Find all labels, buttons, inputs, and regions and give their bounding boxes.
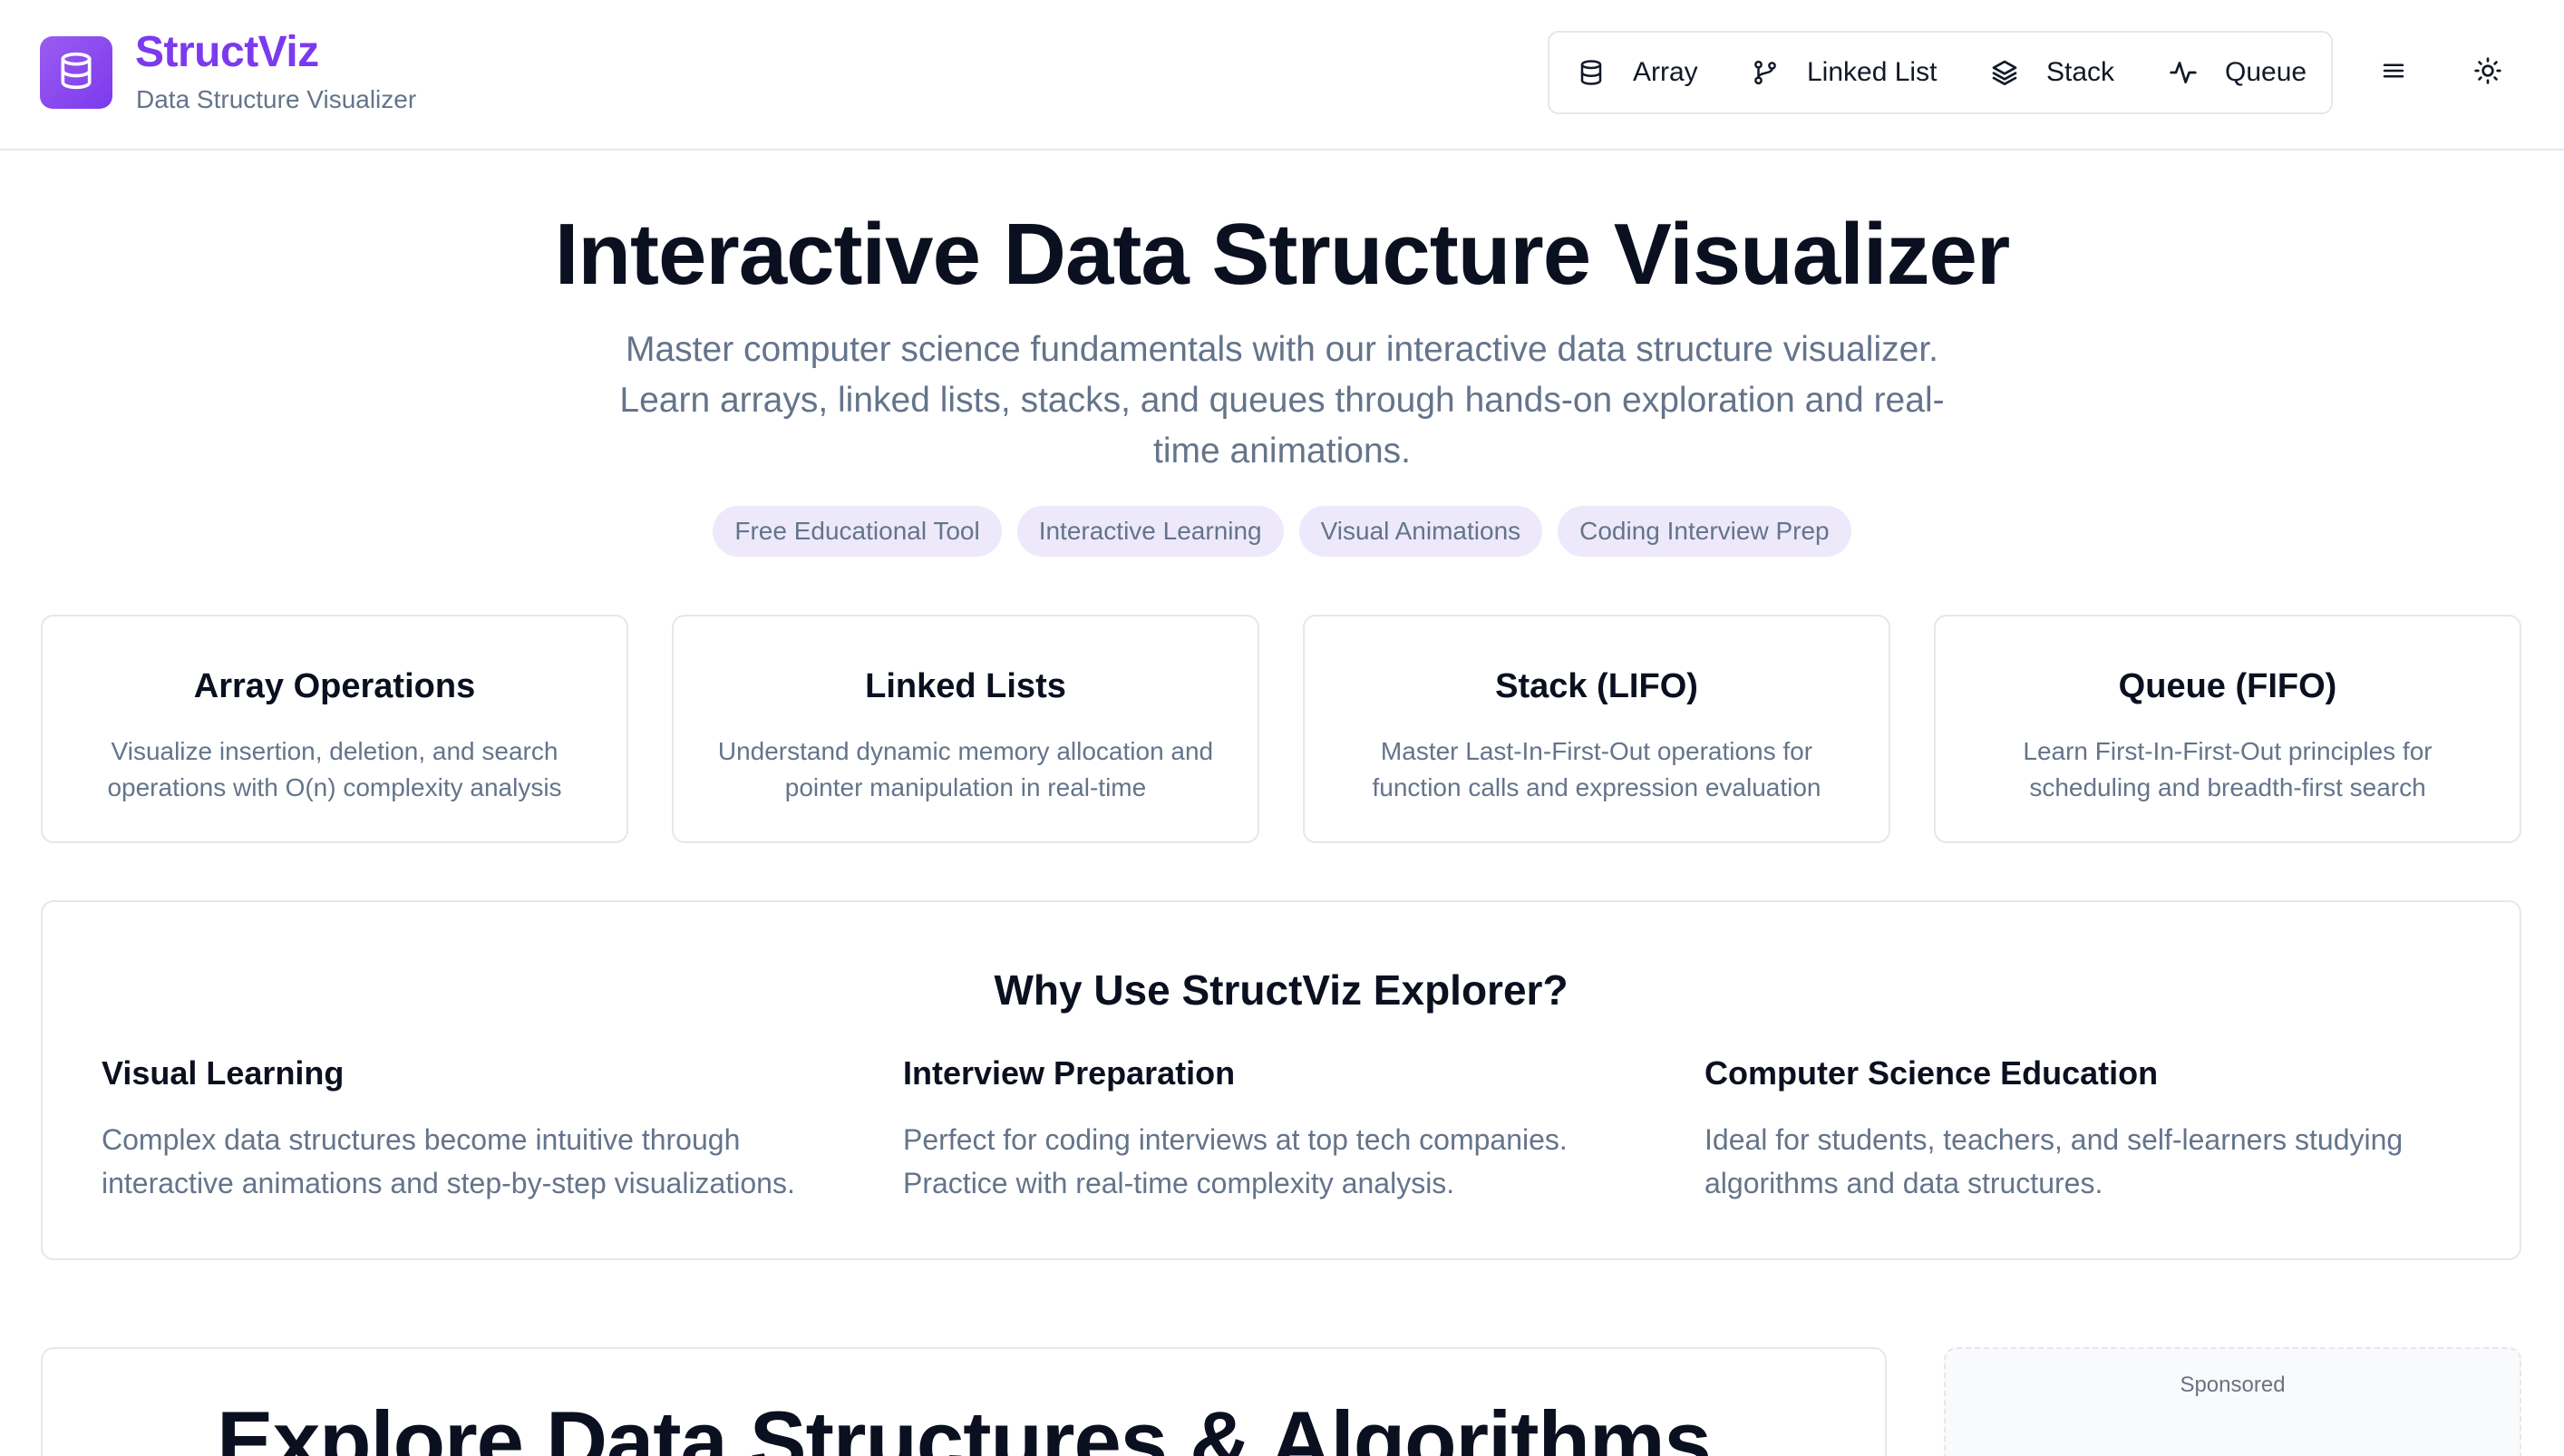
why-col-title: Interview Preparation	[903, 1054, 1236, 1092]
database-icon	[56, 51, 96, 95]
hamburger-menu-icon	[2380, 57, 2407, 89]
why-visual-learning: Visual Learning Complex data structures …	[102, 1054, 872, 1205]
card-queue[interactable]: Queue (FIFO) Learn First-In-First-Out pr…	[1934, 615, 2521, 843]
nav-linked-list-label: Linked List	[1807, 57, 1938, 87]
top-header: StructViz Data Structure Visualizer Arra…	[0, 0, 2564, 150]
explore-section: Explore Data Structures & Algorithms	[41, 1347, 1887, 1456]
why-cs-education: Computer Science Education Ideal for stu…	[1704, 1054, 2475, 1205]
hero-title: Interactive Data Structure Visualizer	[554, 206, 2011, 303]
git-branch-icon	[1751, 58, 1780, 87]
card-title: Stack (LIFO)	[1495, 667, 1698, 705]
hero-description: Master computer science fundamentals wit…	[619, 330, 1945, 471]
nav-queue[interactable]: Queue	[2169, 33, 2307, 112]
nav-array-label: Array	[1633, 57, 1698, 87]
why-interview-preparation: Interview Preparation Perfect for coding…	[903, 1054, 1674, 1205]
why-section: Why Use StructViz Explorer? Visual Learn…	[41, 900, 2521, 1260]
sponsored-ad-slot[interactable]: Sponsored	[1944, 1347, 2521, 1456]
tag-visual-animations: Visual Animations	[1298, 506, 1543, 557]
why-col-title: Visual Learning	[102, 1054, 345, 1092]
nav-stack-label: Stack	[2046, 57, 2115, 87]
tag-list: Free Educational Tool Interactive Learni…	[0, 506, 2564, 557]
card-title: Array Operations	[193, 667, 476, 705]
why-col-text: Ideal for students, teachers, and self-l…	[1704, 1123, 2404, 1199]
sponsored-label: Sponsored	[2180, 1373, 2286, 1397]
database-icon	[1577, 58, 1606, 87]
menu-button[interactable]	[2370, 49, 2417, 96]
why-title: Why Use StructViz Explorer?	[994, 966, 1569, 1014]
why-col-text: Perfect for coding interviews at top tec…	[903, 1123, 1568, 1199]
card-title: Queue (FIFO)	[2118, 667, 2337, 705]
card-title: Linked Lists	[865, 667, 1066, 705]
logo[interactable]	[40, 36, 112, 109]
card-array-operations[interactable]: Array Operations Visualize insertion, de…	[41, 615, 628, 843]
card-text: Learn First-In-First-Out principles for …	[2023, 737, 2433, 801]
sun-icon	[2473, 56, 2502, 90]
tag-interactive-learning: Interactive Learning	[1016, 506, 1284, 557]
why-col-text: Complex data structures become intuitive…	[102, 1123, 795, 1199]
card-stack[interactable]: Stack (LIFO) Master Last-In-First-Out op…	[1303, 615, 1890, 843]
tag-coding-interview-prep: Coding Interview Prep	[1558, 506, 1851, 557]
tag-free-educational-tool: Free Educational Tool	[713, 506, 1002, 557]
nav-linked-list[interactable]: Linked List	[1751, 33, 1937, 112]
card-linked-lists[interactable]: Linked Lists Understand dynamic memory a…	[672, 615, 1259, 843]
card-text: Visualize insertion, deletion, and searc…	[107, 737, 562, 801]
nav-queue-label: Queue	[2225, 57, 2307, 87]
activity-icon	[2169, 58, 2198, 87]
card-text: Understand dynamic memory allocation and…	[717, 737, 1214, 801]
why-col-title: Computer Science Education	[1704, 1054, 2159, 1092]
layers-icon	[1990, 58, 2019, 87]
explore-title: Explore Data Structures & Algorithms	[217, 1393, 1712, 1456]
card-text: Master Last-In-First-Out operations for …	[1372, 737, 1821, 801]
brand-subtitle: Data Structure Visualizer	[136, 85, 417, 113]
nav-stack[interactable]: Stack	[1990, 33, 2114, 112]
theme-toggle-button[interactable]	[2464, 49, 2511, 96]
structure-nav: Array Linked List Stack Queue	[1548, 31, 2333, 114]
nav-array[interactable]: Array	[1577, 33, 1698, 112]
brand-name[interactable]: StructViz	[135, 27, 319, 77]
